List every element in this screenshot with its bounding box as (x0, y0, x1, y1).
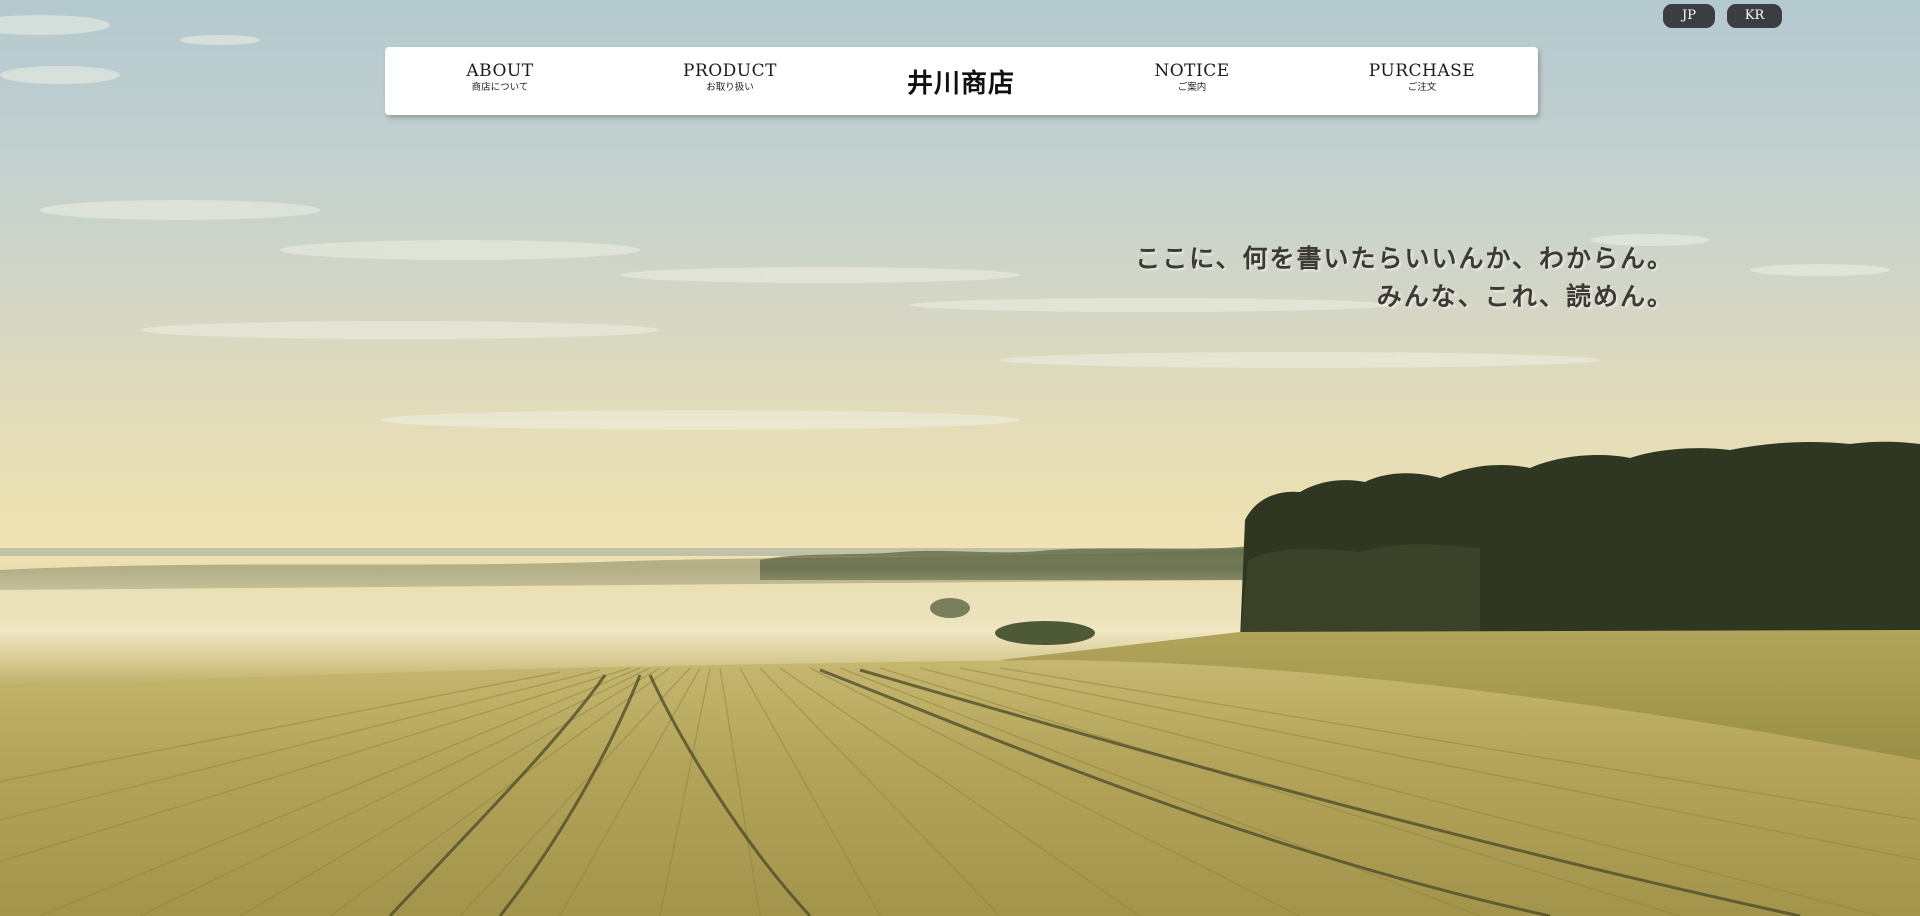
nav-item-label: ABOUT (466, 61, 534, 81)
nav-item-sublabel: お取り扱い (706, 82, 754, 93)
nav-item-sublabel: 商店について (471, 82, 529, 93)
nav-item-about[interactable]: ABOUT 商店について (420, 62, 580, 94)
nav-item-notice[interactable]: NOTICE ご案内 (1112, 62, 1272, 94)
hero-tagline-line1: ここに、何を書いたらいいんか、わからん。 (1135, 244, 1674, 273)
language-kr-button[interactable]: KR (1727, 4, 1782, 28)
nav-item-label: NOTICE (1154, 61, 1230, 81)
nav-item-label: PRODUCT (683, 61, 777, 81)
hero-tagline: ここに、何を書いたらいいんか、わからん。 みんな、これ、読めん。 (1135, 240, 1674, 316)
language-jp-button[interactable]: JP (1663, 4, 1715, 28)
nav-item-sublabel: ご注文 (1407, 82, 1437, 93)
hero-background-image (0, 15, 1920, 916)
hero-tagline-line2: みんな、これ、読めん。 (1376, 282, 1674, 311)
nav-item-purchase[interactable]: PURCHASE ご注文 (1342, 62, 1502, 94)
hero-section: JP KR ABOUT 商店について PRODUCT お取り扱い 井川商店 NO… (0, 0, 1920, 916)
brand-logo-link[interactable]: 井川商店 (861, 63, 1061, 100)
nav-item-sublabel: ご案内 (1177, 82, 1207, 93)
main-nav: ABOUT 商店について PRODUCT お取り扱い 井川商店 NOTICE ご… (385, 47, 1538, 115)
nav-item-label: PURCHASE (1368, 61, 1476, 81)
nav-item-product[interactable]: PRODUCT お取り扱い (650, 62, 810, 94)
